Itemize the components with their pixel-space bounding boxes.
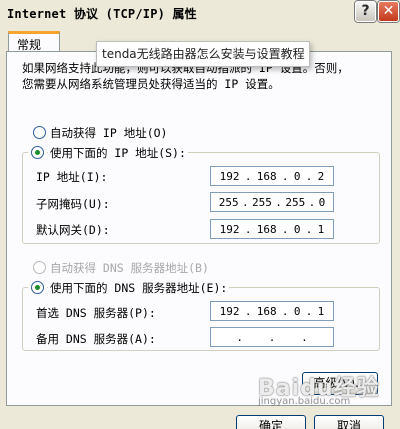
manual-dns-label[interactable]: 使用下面的 DNS 服务器地址(E): [48, 280, 230, 296]
ip-octet-4: 2 [317, 169, 325, 183]
window-title: Internet 协议 (TCP/IP) 属性 [7, 7, 197, 21]
watermark-url: jingyan.baidu.com [258, 396, 351, 407]
default-gateway-label: 默认网关(D): [36, 223, 110, 237]
ip-address-label: IP 地址(I): [36, 170, 108, 184]
pdns-octet-3: 0 [293, 304, 301, 318]
gateway-octet-1: 192 [219, 222, 240, 236]
gateway-octet-4: 1 [317, 222, 325, 236]
alternate-dns-field[interactable]: . . . [210, 327, 334, 347]
auto-ip-radio[interactable] [33, 126, 46, 139]
pdns-octet-1: 192 [219, 304, 240, 318]
subnet-mask-label: 子网掩码(U): [36, 197, 110, 211]
preferred-dns-field[interactable]: 192. 168. 0. 1 [210, 301, 334, 321]
default-gateway-field[interactable]: 192. 168. 0. 1 [210, 219, 334, 239]
subnet-mask-field[interactable]: 255. 255. 255. 0 [210, 192, 334, 212]
cancel-button[interactable]: 取消 [314, 415, 384, 429]
mask-octet-3: 255 [285, 195, 306, 209]
mask-octet-4: 0 [318, 195, 326, 209]
mask-octet-2: 255 [252, 195, 272, 209]
manual-ip-label[interactable]: 使用下面的 IP 地址(S): [48, 145, 188, 161]
auto-dns-radio [33, 261, 46, 274]
info-line-2: 您需要从网络系统管理员处获得适当的 IP 设置。 [22, 77, 280, 91]
alternate-dns-label: 备用 DNS 服务器(A): [36, 332, 156, 346]
ip-octet-3: 0 [293, 169, 301, 183]
mask-octet-1: 255 [218, 195, 239, 209]
ip-address-field[interactable]: 192. 168. 0. 2 [210, 166, 334, 186]
preferred-dns-label: 首选 DNS 服务器(P): [36, 306, 156, 320]
ok-button[interactable]: 确定 [236, 415, 306, 429]
pdns-octet-4: 1 [317, 304, 325, 318]
auto-dns-label: 自动获得 DNS 服务器地址(B) [50, 261, 209, 275]
ip-octet-1: 192 [219, 169, 240, 183]
tcpip-properties-dialog: Internet 协议 (TCP/IP) 属性 ? ✕ 常规 如果网络支持此功能… [0, 0, 400, 429]
gateway-octet-2: 168 [256, 222, 277, 236]
close-button[interactable]: ✕ [378, 1, 399, 22]
auto-ip-label[interactable]: 自动获得 IP 地址(O) [50, 125, 167, 141]
ip-octet-2: 168 [256, 169, 277, 183]
gateway-octet-3: 0 [293, 222, 301, 236]
title-bar: Internet 协议 (TCP/IP) 属性 ? ✕ [0, 0, 400, 24]
pdns-octet-2: 168 [256, 304, 277, 318]
tab-general[interactable]: 常规 [8, 31, 60, 52]
tooltip: tenda无线路由器怎么安装与设置教程 [96, 41, 310, 67]
manual-ip-radio[interactable] [31, 146, 44, 159]
help-button[interactable]: ? [355, 1, 376, 22]
manual-dns-radio[interactable] [31, 281, 44, 294]
